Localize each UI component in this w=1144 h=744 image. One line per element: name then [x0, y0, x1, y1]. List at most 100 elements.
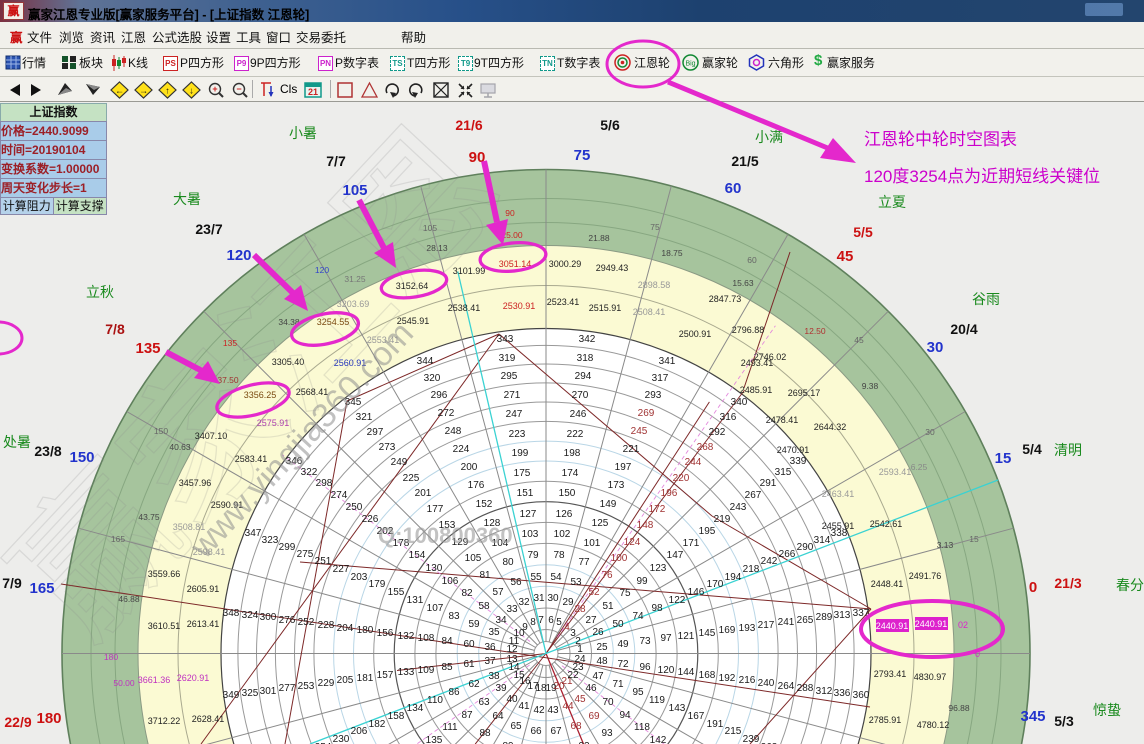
- svg-text:264: 264: [778, 681, 795, 692]
- svg-text:97: 97: [660, 633, 672, 644]
- svg-text:47: 47: [592, 671, 604, 682]
- svg-text:289: 289: [816, 612, 833, 623]
- svg-text:2605.91: 2605.91: [187, 584, 220, 594]
- svg-text:194: 194: [725, 572, 742, 583]
- svg-text:134: 134: [407, 703, 424, 714]
- svg-text:249: 249: [391, 457, 408, 468]
- svg-text:339: 339: [790, 456, 807, 467]
- svg-text:谷雨: 谷雨: [972, 291, 1000, 307]
- svg-text:342: 342: [579, 334, 596, 345]
- svg-text:172: 172: [649, 504, 666, 515]
- svg-text:30: 30: [925, 427, 935, 437]
- svg-text:77: 77: [578, 557, 590, 568]
- svg-text:3661.36: 3661.36: [138, 675, 171, 685]
- svg-text:2593.41: 2593.41: [879, 467, 912, 477]
- svg-text:251: 251: [315, 556, 332, 567]
- svg-text:15: 15: [969, 534, 979, 544]
- svg-text:57: 57: [492, 587, 504, 598]
- svg-text:175: 175: [514, 468, 531, 479]
- svg-text:293: 293: [645, 390, 662, 401]
- svg-text:150: 150: [559, 488, 576, 499]
- svg-text:277: 277: [279, 683, 296, 694]
- svg-text:177: 177: [427, 504, 444, 515]
- svg-text:122: 122: [669, 595, 686, 606]
- svg-text:191: 191: [707, 719, 724, 730]
- svg-text:133: 133: [398, 667, 415, 678]
- svg-text:80: 80: [502, 557, 514, 568]
- svg-text:149: 149: [600, 499, 617, 510]
- svg-text:94: 94: [619, 710, 631, 721]
- svg-text:18.75: 18.75: [661, 248, 683, 258]
- svg-text:252: 252: [298, 617, 315, 628]
- svg-text:145: 145: [699, 628, 716, 639]
- svg-text:小满: 小满: [755, 129, 783, 145]
- svg-text:297: 297: [367, 427, 384, 438]
- svg-text:2: 2: [575, 636, 581, 647]
- svg-text:266: 266: [779, 549, 796, 560]
- svg-text:201: 201: [415, 488, 432, 499]
- svg-text:7/8: 7/8: [105, 321, 125, 337]
- svg-text:192: 192: [719, 673, 736, 684]
- svg-text:324: 324: [242, 610, 259, 621]
- svg-text:立夏: 立夏: [878, 194, 906, 210]
- svg-text:52: 52: [588, 587, 600, 598]
- svg-text:270: 270: [572, 390, 589, 401]
- svg-text:3.13: 3.13: [937, 540, 954, 550]
- svg-text:78: 78: [553, 550, 565, 561]
- svg-text:118: 118: [634, 722, 650, 733]
- svg-text:21.88: 21.88: [588, 233, 610, 243]
- svg-text:290: 290: [797, 542, 814, 553]
- svg-text:76: 76: [601, 570, 613, 581]
- svg-text:250: 250: [346, 502, 363, 513]
- svg-text:336: 336: [834, 688, 851, 699]
- svg-text:86: 86: [448, 687, 460, 698]
- svg-text:267: 267: [745, 490, 762, 501]
- svg-text:43: 43: [547, 705, 559, 716]
- svg-text:95: 95: [632, 687, 644, 698]
- svg-text:341: 341: [659, 356, 676, 367]
- svg-text:−: −: [236, 84, 241, 94]
- svg-text:50.00: 50.00: [113, 678, 135, 688]
- svg-text:221: 221: [623, 444, 640, 455]
- svg-text:↓: ↓: [189, 86, 194, 96]
- svg-text:60: 60: [747, 255, 757, 265]
- svg-text:225: 225: [403, 473, 420, 484]
- svg-text:56: 56: [510, 577, 522, 588]
- svg-text:71: 71: [612, 679, 624, 690]
- svg-text:313: 313: [834, 610, 851, 621]
- svg-text:265: 265: [797, 615, 814, 626]
- svg-text:9.38: 9.38: [862, 381, 879, 391]
- svg-text:148: 148: [637, 520, 654, 531]
- svg-text:144: 144: [678, 667, 695, 678]
- svg-text:2500.91: 2500.91: [679, 329, 712, 339]
- svg-text:2695.17: 2695.17: [788, 388, 821, 398]
- svg-text:37: 37: [484, 656, 496, 667]
- svg-text:241: 241: [778, 617, 795, 628]
- svg-text:惊蛰: 惊蛰: [1093, 702, 1121, 718]
- svg-text:清明: 清明: [1054, 442, 1082, 458]
- svg-text:46: 46: [585, 683, 597, 694]
- svg-text:36: 36: [484, 642, 496, 653]
- svg-text:344: 344: [417, 356, 434, 367]
- svg-text:8: 8: [530, 617, 536, 628]
- svg-text:102: 102: [554, 529, 571, 540]
- svg-text:105: 105: [465, 553, 482, 564]
- svg-text:103: 103: [522, 529, 539, 540]
- svg-text:318: 318: [577, 353, 594, 364]
- svg-text:322: 322: [301, 467, 318, 478]
- svg-text:301: 301: [260, 686, 277, 697]
- svg-text:22/9: 22/9: [4, 714, 31, 730]
- svg-text:15: 15: [995, 450, 1012, 467]
- svg-text:167: 167: [688, 711, 705, 722]
- svg-text:246: 246: [570, 409, 587, 420]
- svg-text:107: 107: [427, 603, 444, 614]
- svg-text:340: 340: [731, 397, 748, 408]
- svg-text:154: 154: [409, 550, 426, 561]
- svg-text:30: 30: [547, 593, 559, 604]
- svg-text:15.63: 15.63: [732, 278, 754, 288]
- svg-text:6: 6: [548, 615, 554, 626]
- svg-text:7: 7: [538, 615, 544, 626]
- svg-text:229: 229: [318, 678, 335, 689]
- svg-text:109: 109: [418, 665, 435, 676]
- svg-text:321: 321: [356, 412, 373, 423]
